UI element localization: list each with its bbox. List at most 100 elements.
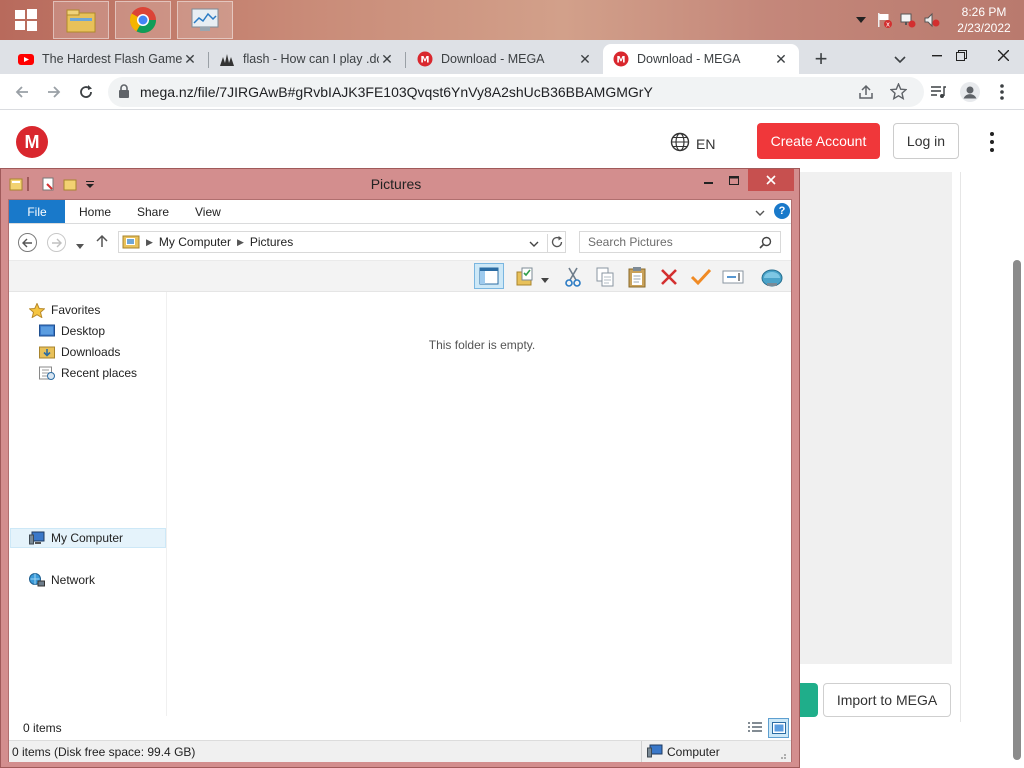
tab-home[interactable]: Home bbox=[79, 200, 111, 223]
tab-share[interactable]: Share bbox=[137, 200, 169, 223]
breadcrumb-my-computer[interactable]: My Computer bbox=[159, 235, 231, 249]
tab-title: flash - How can I play .dc bbox=[243, 52, 379, 66]
delete-icon[interactable] bbox=[657, 265, 681, 289]
tab-hardest-flash-game[interactable]: The Hardest Flash Game ✕ bbox=[8, 44, 208, 74]
chrome-menu-icon[interactable] bbox=[990, 80, 1014, 104]
back-arrow-icon[interactable] bbox=[10, 80, 34, 104]
breadcrumb-pictures[interactable]: Pictures bbox=[250, 235, 293, 249]
close-icon[interactable]: ✕ bbox=[379, 51, 395, 68]
nav-recent-places[interactable]: Recent places bbox=[39, 363, 137, 383]
page-scrollbar[interactable] bbox=[1013, 260, 1021, 760]
tab-flash-play[interactable]: flash - How can I play .dc ✕ bbox=[209, 44, 405, 74]
forward-arrow-icon[interactable] bbox=[42, 80, 66, 104]
tab-search-icon[interactable] bbox=[890, 50, 910, 70]
close-window-icon[interactable] bbox=[988, 40, 1018, 70]
network-globe-icon[interactable] bbox=[760, 265, 784, 289]
forward-icon[interactable] bbox=[47, 233, 66, 252]
address-dropdown-icon[interactable] bbox=[529, 237, 539, 251]
nav-desktop[interactable]: Desktop bbox=[39, 321, 105, 341]
browser-toolbar: mega.nz/file/7JIRGAwB#gRvbIAJK3FE103Qvqs… bbox=[0, 74, 1024, 110]
tab-title: Download - MEGA bbox=[441, 52, 545, 66]
large-icons-view-icon[interactable] bbox=[768, 718, 789, 738]
copy-icon[interactable] bbox=[593, 265, 617, 289]
clock[interactable]: 8:26 PM 2/23/2022 bbox=[944, 4, 1024, 36]
resource-monitor-icon[interactable] bbox=[177, 1, 233, 39]
svg-text:M: M bbox=[617, 56, 626, 66]
close-icon[interactable]: ✕ bbox=[773, 51, 789, 68]
close-icon[interactable]: ✕ bbox=[182, 51, 198, 68]
status-location: Computer bbox=[667, 745, 720, 759]
language-selector[interactable]: EN bbox=[670, 132, 715, 155]
create-account-button[interactable]: Create Account bbox=[757, 123, 880, 159]
back-icon[interactable] bbox=[18, 233, 37, 252]
tab-file[interactable]: File bbox=[9, 200, 65, 223]
media-control-icon[interactable] bbox=[926, 80, 950, 104]
paste-icon[interactable] bbox=[625, 265, 649, 289]
select-all-check-icon[interactable] bbox=[689, 265, 713, 289]
recent-locations-icon[interactable] bbox=[76, 239, 84, 253]
tab-download-mega[interactable]: M Download - MEGA ✕ bbox=[407, 44, 603, 74]
search-icon[interactable] bbox=[759, 236, 772, 252]
network-icon[interactable] bbox=[896, 12, 920, 28]
close-icon[interactable] bbox=[748, 169, 794, 191]
file-explorer-icon[interactable] bbox=[53, 1, 109, 39]
search-input[interactable]: Search Pictures bbox=[579, 231, 781, 253]
cut-icon[interactable] bbox=[561, 265, 585, 289]
maximize-icon[interactable] bbox=[721, 169, 747, 191]
chrome-icon[interactable] bbox=[115, 1, 171, 39]
mega-menu-icon[interactable] bbox=[985, 130, 999, 154]
rename-icon[interactable] bbox=[721, 265, 745, 289]
address-divider bbox=[547, 234, 548, 252]
clock-date: 2/23/2022 bbox=[957, 21, 1011, 35]
share-icon[interactable] bbox=[858, 84, 874, 103]
lock-icon[interactable] bbox=[118, 83, 130, 101]
login-button[interactable]: Log in bbox=[893, 123, 959, 159]
nav-favorites[interactable]: Favorites bbox=[28, 300, 100, 320]
minimize-icon[interactable] bbox=[695, 169, 721, 191]
computer-icon bbox=[647, 744, 663, 761]
preview-pane-icon[interactable] bbox=[474, 263, 504, 289]
refresh-icon[interactable] bbox=[550, 235, 564, 252]
explorer-address-bar[interactable]: ▶ My Computer ▶ Pictures bbox=[118, 231, 566, 253]
nav-downloads[interactable]: Downloads bbox=[39, 342, 120, 362]
system-tray: x 8:26 PM 2/23/2022 bbox=[850, 0, 1024, 40]
resize-grip-icon[interactable] bbox=[777, 749, 787, 763]
nav-recent-places-label: Recent places bbox=[61, 366, 138, 380]
nav-network[interactable]: Network bbox=[29, 570, 95, 590]
flag-alert-icon[interactable]: x bbox=[872, 12, 896, 28]
up-arrow-icon[interactable] bbox=[96, 234, 108, 251]
navigation-pane: Favorites Desktop Downloads Recent place… bbox=[9, 292, 167, 716]
svg-text:M: M bbox=[421, 56, 430, 66]
reload-icon[interactable] bbox=[74, 80, 98, 104]
details-view-icon[interactable] bbox=[747, 721, 763, 735]
folder-options-icon[interactable] bbox=[513, 265, 537, 289]
svg-text:x: x bbox=[886, 21, 890, 29]
address-bar[interactable]: mega.nz/file/7JIRGAwB#gRvbIAJK3FE103Qvqs… bbox=[108, 77, 924, 107]
mega-file-preview-panel bbox=[800, 172, 952, 664]
file-list-area[interactable]: This folder is empty. bbox=[167, 292, 791, 716]
chevron-up-icon[interactable] bbox=[850, 17, 872, 23]
profile-avatar-icon[interactable] bbox=[958, 80, 982, 104]
tab-download-mega-active[interactable]: M Download - MEGA ✕ bbox=[603, 44, 799, 74]
folder-options-dropdown-icon[interactable] bbox=[541, 273, 549, 287]
volume-muted-icon[interactable] bbox=[920, 12, 944, 28]
mega-logo[interactable]: M bbox=[16, 126, 48, 158]
tab-title: Download - MEGA bbox=[637, 52, 741, 66]
new-tab-button[interactable]: + bbox=[808, 46, 834, 72]
computer-icon bbox=[29, 531, 45, 545]
mega-icon: M bbox=[613, 51, 629, 67]
explorer-titlebar[interactable]: Pictures bbox=[1, 169, 799, 199]
star-icon[interactable] bbox=[889, 82, 908, 103]
tab-view[interactable]: View bbox=[195, 200, 221, 223]
nav-my-computer[interactable]: My Computer bbox=[29, 528, 123, 548]
import-to-mega-button[interactable]: Import to MEGA bbox=[823, 683, 951, 717]
ribbon: File Home Share View ? bbox=[9, 200, 791, 224]
windows-logo-icon[interactable] bbox=[0, 0, 52, 40]
explorer-window: Pictures File Home Share View ? ▶ My Com… bbox=[0, 168, 800, 768]
close-icon[interactable]: ✕ bbox=[577, 51, 593, 68]
ribbon-expand-icon[interactable] bbox=[755, 206, 765, 220]
network-icon bbox=[29, 573, 45, 587]
restore-icon[interactable] bbox=[946, 40, 976, 70]
help-icon[interactable]: ? bbox=[774, 203, 790, 219]
youtube-icon bbox=[18, 51, 34, 67]
